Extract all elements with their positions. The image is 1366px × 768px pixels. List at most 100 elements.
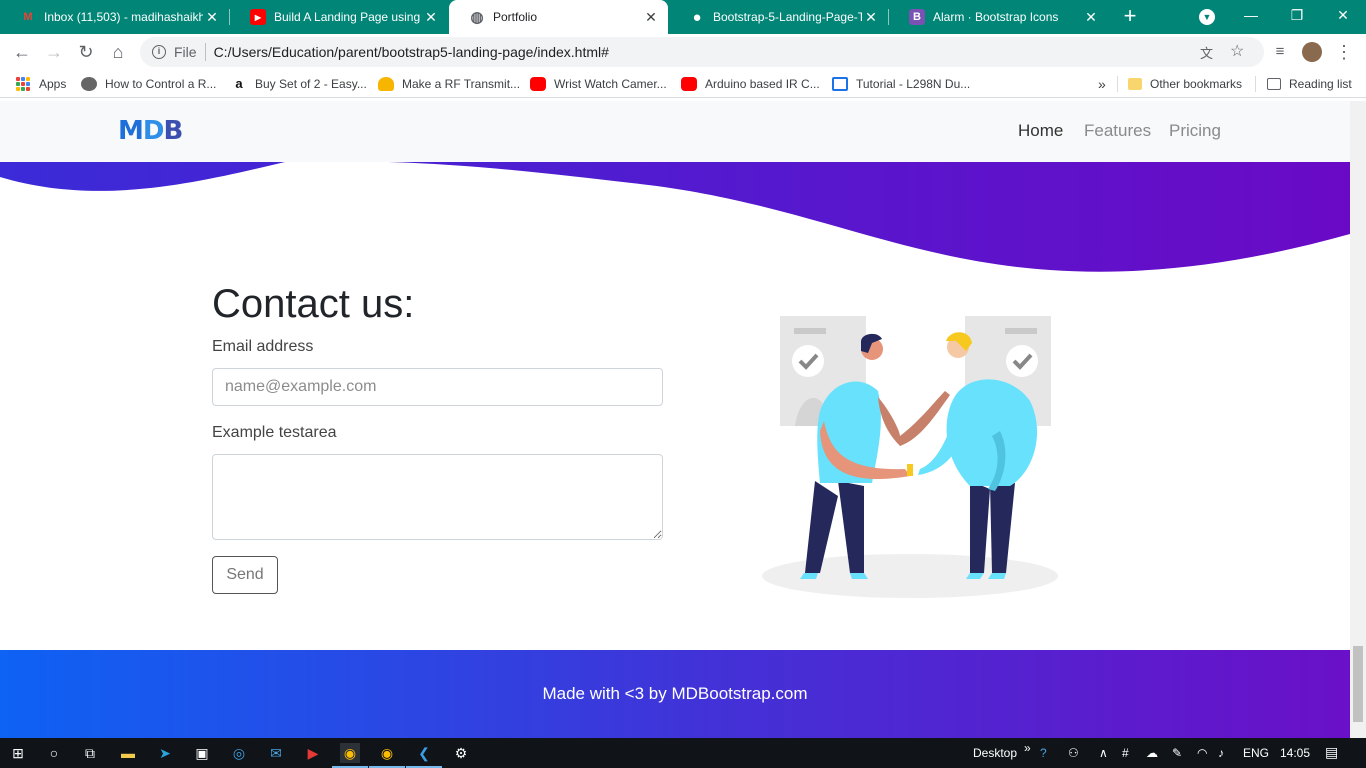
toolbar-overflow[interactable]: »: [1024, 741, 1031, 755]
close-icon[interactable]: ✕: [203, 9, 221, 26]
github-icon: ●: [692, 8, 702, 26]
task-view-icon[interactable]: ⧉: [80, 743, 100, 763]
help-icon[interactable]: ?: [1040, 746, 1047, 760]
site-logo[interactable]: MDB: [118, 116, 183, 146]
bookmark-item[interactable]: Make a RF Transmit...: [378, 76, 520, 92]
bookmark-label: How to Control a R...: [105, 77, 217, 91]
nav-home[interactable]: Home: [1018, 121, 1063, 141]
home-icon[interactable]: ⌂: [106, 40, 130, 64]
tab-title: Inbox (11,503) - madihashaikh: [44, 10, 203, 24]
forward-arrow-icon[interactable]: →: [42, 40, 66, 64]
youtube-icon: [530, 77, 546, 91]
back-arrow-icon[interactable]: ←: [10, 40, 34, 64]
store-icon[interactable]: ▣: [192, 743, 212, 763]
edge-icon[interactable]: ◎: [229, 743, 249, 763]
bookmark-apps[interactable]: Apps: [16, 76, 66, 92]
amazon-icon: a: [235, 76, 243, 91]
restore-icon[interactable]: ❐: [1274, 0, 1320, 32]
settings-gear-icon[interactable]: ⚙: [451, 743, 471, 763]
desktop-toolbar-label[interactable]: Desktop: [973, 746, 1017, 760]
tab-youtube[interactable]: ▶ Build A Landing Page using B ✕: [230, 0, 448, 34]
bookmark-label: Make a RF Transmit...: [402, 77, 521, 91]
bookmark-item[interactable]: Arduino based IR C...: [681, 76, 820, 92]
tab-github[interactable]: ● Bootstrap-5-Landing-Page-Te ✕: [669, 0, 888, 34]
bootstrap-icon: B: [909, 9, 925, 25]
bookmark-label: Apps: [39, 77, 67, 91]
tab-portfolio[interactable]: ◍ Portfolio ✕: [449, 0, 668, 34]
tab-title: Bootstrap-5-Landing-Page-Te: [713, 10, 862, 24]
wifi-icon[interactable]: ◠: [1197, 746, 1207, 760]
url-text[interactable]: C:/Users/Education/parent/bootstrap5-lan…: [214, 44, 609, 60]
bookmark-star-icon[interactable]: ☆: [1230, 41, 1244, 61]
bookmark-item[interactable]: Tutorial - L298N Du...: [832, 76, 970, 92]
chevron-up-icon[interactable]: ∧: [1099, 746, 1108, 760]
message-textarea[interactable]: [212, 454, 663, 540]
bookmark-label: Wrist Watch Camer...: [554, 77, 667, 91]
telegram-icon[interactable]: ➤: [155, 743, 175, 763]
close-icon[interactable]: ✕: [642, 9, 660, 26]
chrome-icon[interactable]: ◉: [369, 743, 405, 768]
nav-features[interactable]: Features: [1084, 121, 1151, 141]
search-circle-icon[interactable]: ○: [44, 743, 64, 763]
bookmark-item[interactable]: Wrist Watch Camer...: [530, 76, 667, 92]
tab-search-chevron-icon[interactable]: ▼: [1199, 9, 1215, 25]
instructables-icon: [378, 77, 394, 91]
header-wave: [0, 162, 1350, 272]
people-icon[interactable]: ⚇: [1068, 746, 1079, 760]
close-icon[interactable]: ✕: [422, 9, 440, 26]
slack-icon[interactable]: #: [1122, 746, 1129, 760]
chrome-icon[interactable]: ◉: [332, 743, 368, 768]
translate-icon[interactable]: 文: [1200, 43, 1213, 62]
bookmarks-bar: Apps How to Control a R... a Buy Set of …: [0, 70, 1366, 98]
tab-gmail[interactable]: M Inbox (11,503) - madihashaikh ✕: [0, 0, 229, 34]
close-icon[interactable]: ✕: [862, 9, 880, 26]
email-field[interactable]: [212, 368, 663, 406]
media-icon[interactable]: ▶: [303, 743, 323, 763]
tab-title: Build A Landing Page using B: [274, 10, 422, 24]
youtube-icon: ▶: [250, 9, 266, 25]
textarea-label: Example testarea: [212, 424, 337, 441]
site-icon: [832, 77, 848, 91]
close-icon[interactable]: ✕: [1082, 9, 1100, 26]
divider: [204, 43, 206, 61]
bookmark-item[interactable]: a Buy Set of 2 - Easy...: [231, 76, 366, 92]
divider: [1117, 76, 1118, 92]
mail-icon[interactable]: ✉: [266, 743, 286, 763]
address-bar[interactable]: i File C:/Users/Education/parent/bootstr…: [140, 37, 1264, 67]
windows-start-icon[interactable]: ⊞: [8, 743, 28, 763]
web-page: MDB Home Features Pricing Contact us: Em…: [0, 101, 1350, 738]
tab-bootstrap-icons[interactable]: B Alarm · Bootstrap Icons ✕: [889, 0, 1108, 34]
globe-icon: ◍: [470, 9, 484, 26]
apps-grid-icon: [16, 77, 30, 91]
send-button[interactable]: Send: [212, 556, 278, 594]
email-label: Email address: [212, 338, 314, 355]
volume-icon[interactable]: ♪: [1218, 746, 1224, 760]
reload-icon[interactable]: ↻: [74, 40, 98, 64]
pen-icon[interactable]: ✎: [1172, 746, 1182, 760]
browser-tab-strip: M Inbox (11,503) - madihashaikh ✕ ▶ Buil…: [0, 0, 1366, 34]
other-bookmarks[interactable]: Other bookmarks: [1128, 76, 1242, 92]
notifications-icon[interactable]: ▤: [1325, 744, 1338, 761]
scrollbar-thumb[interactable]: [1353, 646, 1363, 722]
media-queue-icon[interactable]: ≡: [1268, 40, 1292, 64]
cloud-icon[interactable]: ☁: [1146, 746, 1158, 760]
file-explorer-icon[interactable]: ▬: [118, 743, 138, 763]
bookmarks-overflow-button[interactable]: »: [1098, 76, 1106, 92]
vscode-icon[interactable]: ❮: [406, 743, 442, 768]
window-close-icon[interactable]: ✕: [1320, 0, 1366, 32]
info-icon[interactable]: i: [152, 45, 166, 59]
profile-avatar[interactable]: [1302, 42, 1322, 62]
windows-taskbar: ⊞ ○ ⧉ ▬ ➤ ▣ ◎ ✉ ▶ ◉ ◉ ❮ ⚙ Desktop » ? ⚇ …: [0, 738, 1366, 768]
reading-list[interactable]: Reading list: [1267, 76, 1352, 92]
nav-pricing[interactable]: Pricing: [1169, 121, 1221, 141]
new-tab-button[interactable]: +: [1118, 4, 1142, 28]
handshake-illustration: [762, 316, 1058, 598]
site-navbar: MDB Home Features Pricing: [0, 101, 1350, 162]
divider: [1255, 76, 1256, 92]
language-indicator[interactable]: ENG: [1243, 746, 1269, 760]
minimize-icon[interactable]: —: [1228, 0, 1274, 32]
menu-kebab-icon[interactable]: ⋮: [1332, 40, 1356, 64]
clock[interactable]: 14:05: [1280, 746, 1310, 760]
bookmark-item[interactable]: How to Control a R...: [81, 76, 216, 92]
page-scrollbar[interactable]: [1350, 101, 1366, 738]
